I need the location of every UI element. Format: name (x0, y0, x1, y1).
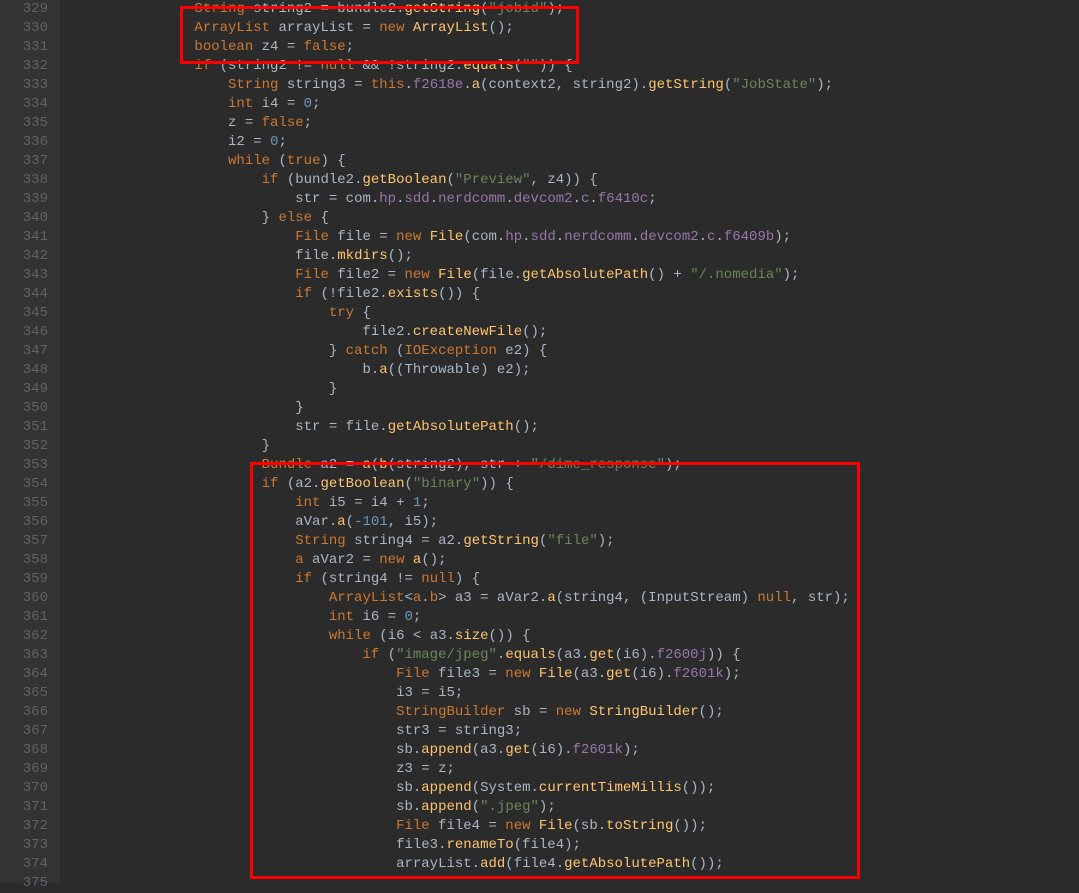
code-line[interactable]: file.mkdirs(); (60, 247, 1079, 266)
line-number: 370 (0, 779, 48, 798)
line-number: 355 (0, 494, 48, 513)
line-gutter: 3293303313323333343353363373383393403413… (0, 0, 60, 883)
line-number: 333 (0, 76, 48, 95)
line-number: 341 (0, 228, 48, 247)
code-line[interactable]: File file4 = new File(sb.toString()); (60, 817, 1079, 836)
line-number: 349 (0, 380, 48, 399)
line-number: 354 (0, 475, 48, 494)
code-line[interactable]: str3 = string3; (60, 722, 1079, 741)
code-line[interactable]: if (bundle2.getBoolean("Preview", z4)) { (60, 171, 1079, 190)
line-number: 352 (0, 437, 48, 456)
line-number: 361 (0, 608, 48, 627)
code-line[interactable]: while (true) { (60, 152, 1079, 171)
line-number: 348 (0, 361, 48, 380)
code-line[interactable]: } (60, 437, 1079, 456)
line-number: 367 (0, 722, 48, 741)
line-number: 372 (0, 817, 48, 836)
line-number: 336 (0, 133, 48, 152)
code-line[interactable]: a aVar2 = new a(); (60, 551, 1079, 570)
line-number: 364 (0, 665, 48, 684)
code-line[interactable]: String string3 = this.f2618e.a(context2,… (60, 76, 1079, 95)
code-line[interactable]: File file2 = new File(file.getAbsolutePa… (60, 266, 1079, 285)
line-number: 339 (0, 190, 48, 209)
code-line[interactable]: arrayList.add(file4.getAbsolutePath()); (60, 855, 1079, 874)
code-line[interactable]: sb.append(a3.get(i6).f2601k); (60, 741, 1079, 760)
line-number: 368 (0, 741, 48, 760)
code-line[interactable]: Bundle a2 = a(b(string2), str + "/dime_r… (60, 456, 1079, 475)
line-number: 374 (0, 855, 48, 874)
line-number: 342 (0, 247, 48, 266)
line-number: 331 (0, 38, 48, 57)
code-line[interactable]: sb.append(System.currentTimeMillis()); (60, 779, 1079, 798)
code-line[interactable]: file3.renameTo(file4); (60, 836, 1079, 855)
code-line[interactable]: i3 = i5; (60, 684, 1079, 703)
code-line[interactable]: int i4 = 0; (60, 95, 1079, 114)
code-line[interactable]: ArrayList arrayList = new ArrayList(); (60, 19, 1079, 38)
code-line[interactable]: File file = new File(com.hp.sdd.nerdcomm… (60, 228, 1079, 247)
code-line[interactable]: sb.append(".jpeg"); (60, 798, 1079, 817)
code-line[interactable]: } else { (60, 209, 1079, 228)
code-line[interactable]: try { (60, 304, 1079, 323)
line-number: 340 (0, 209, 48, 228)
code-line[interactable]: if (string2 != null && !string2.equals("… (60, 57, 1079, 76)
code-line[interactable]: b.a((Throwable) e2); (60, 361, 1079, 380)
line-number: 351 (0, 418, 48, 437)
line-number: 373 (0, 836, 48, 855)
code-line[interactable]: if (!file2.exists()) { (60, 285, 1079, 304)
line-number: 332 (0, 57, 48, 76)
line-number: 347 (0, 342, 48, 361)
line-number: 360 (0, 589, 48, 608)
code-editor[interactable]: 3293303313323333343353363373383393403413… (0, 0, 1079, 883)
code-line[interactable]: String string2 = bundle2.getString("jobi… (60, 0, 1079, 19)
line-number: 329 (0, 0, 48, 19)
code-line[interactable]: } (60, 380, 1079, 399)
line-number: 350 (0, 399, 48, 418)
line-number: 357 (0, 532, 48, 551)
line-number: 363 (0, 646, 48, 665)
code-line[interactable]: str = com.hp.sdd.nerdcomm.devcom2.c.f641… (60, 190, 1079, 209)
code-line[interactable]: } (60, 399, 1079, 418)
line-number: 330 (0, 19, 48, 38)
line-number: 371 (0, 798, 48, 817)
line-number: 366 (0, 703, 48, 722)
code-line[interactable]: File file3 = new File(a3.get(i6).f2601k)… (60, 665, 1079, 684)
code-line[interactable]: String string4 = a2.getString("file"); (60, 532, 1079, 551)
code-line[interactable]: str = file.getAbsolutePath(); (60, 418, 1079, 437)
line-number: 334 (0, 95, 48, 114)
code-area[interactable]: String string2 = bundle2.getString("jobi… (60, 0, 1079, 883)
line-number: 358 (0, 551, 48, 570)
line-number: 365 (0, 684, 48, 703)
line-number: 343 (0, 266, 48, 285)
code-line[interactable]: } catch (IOException e2) { (60, 342, 1079, 361)
code-line[interactable]: if (string4 != null) { (60, 570, 1079, 589)
code-line[interactable]: if ("image/jpeg".equals(a3.get(i6).f2600… (60, 646, 1079, 665)
line-number: 338 (0, 171, 48, 190)
line-number: 337 (0, 152, 48, 171)
code-line[interactable]: int i5 = i4 + 1; (60, 494, 1079, 513)
code-line[interactable]: aVar.a(-101, i5); (60, 513, 1079, 532)
code-line[interactable]: while (i6 < a3.size()) { (60, 627, 1079, 646)
line-number: 362 (0, 627, 48, 646)
code-line[interactable]: if (a2.getBoolean("binary")) { (60, 475, 1079, 494)
line-number: 356 (0, 513, 48, 532)
code-line[interactable]: file2.createNewFile(); (60, 323, 1079, 342)
code-line[interactable]: i2 = 0; (60, 133, 1079, 152)
code-line[interactable]: ArrayList<a.b> a3 = aVar2.a(string4, (In… (60, 589, 1079, 608)
line-number: 375 (0, 874, 48, 893)
line-number: 369 (0, 760, 48, 779)
line-number: 359 (0, 570, 48, 589)
line-number: 353 (0, 456, 48, 475)
code-line[interactable]: boolean z4 = false; (60, 38, 1079, 57)
code-line[interactable]: z3 = z; (60, 760, 1079, 779)
code-line[interactable]: z = false; (60, 114, 1079, 133)
code-line[interactable]: int i6 = 0; (60, 608, 1079, 627)
line-number: 335 (0, 114, 48, 133)
line-number: 346 (0, 323, 48, 342)
code-line[interactable]: StringBuilder sb = new StringBuilder(); (60, 703, 1079, 722)
line-number: 345 (0, 304, 48, 323)
line-number: 344 (0, 285, 48, 304)
